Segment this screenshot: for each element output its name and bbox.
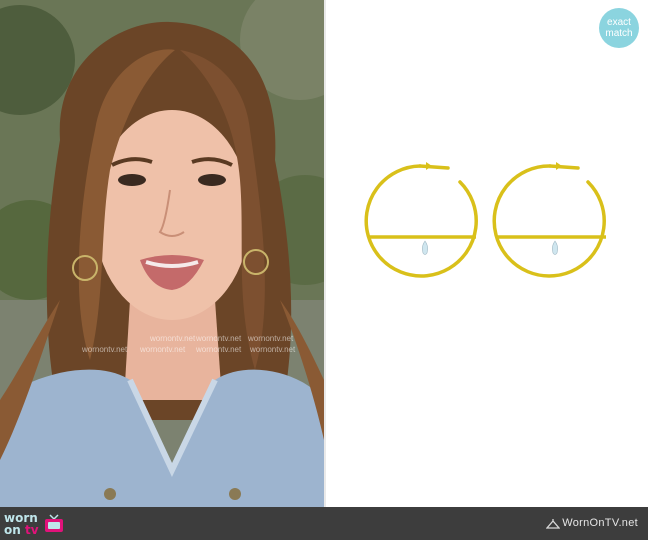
hanger-icon: [546, 519, 560, 529]
watermark-text: wornontv.net: [250, 345, 296, 354]
badge-line-1: exact: [607, 17, 631, 28]
footer-bar: worn on tv WornOnTV.net: [0, 507, 648, 540]
watermark-text: wornontv.net: [196, 334, 242, 343]
woman-photo-illustration: [0, 0, 324, 507]
hoop-earrings-image: [364, 162, 606, 278]
right-hoop-earring: [492, 162, 606, 278]
watermark-text: wornontv.net: [196, 345, 242, 354]
logo-bottom-word: on: [4, 523, 21, 537]
product-panel[interactable]: [326, 0, 648, 507]
logo-tv-word: tv: [24, 523, 39, 537]
watermark-text: wornontv.net: [140, 345, 186, 354]
outfit-photo: wornontv.net wornontv.net wornontv.net w…: [0, 0, 324, 507]
exact-match-badge: exact match: [599, 8, 639, 48]
watermark-text: wornontv.net: [150, 334, 196, 343]
watermark-text: wornontv.net: [82, 345, 128, 354]
watermark-text: wornontv.net: [248, 334, 294, 343]
site-name: WornOnTV.net: [562, 517, 638, 529]
badge-line-2: match: [605, 28, 633, 39]
tv-icon: [44, 514, 63, 532]
logo-wordmark: worn on tv: [4, 512, 39, 536]
wornontv-logo[interactable]: worn on tv: [4, 511, 65, 537]
left-hoop-earring: [364, 162, 478, 278]
